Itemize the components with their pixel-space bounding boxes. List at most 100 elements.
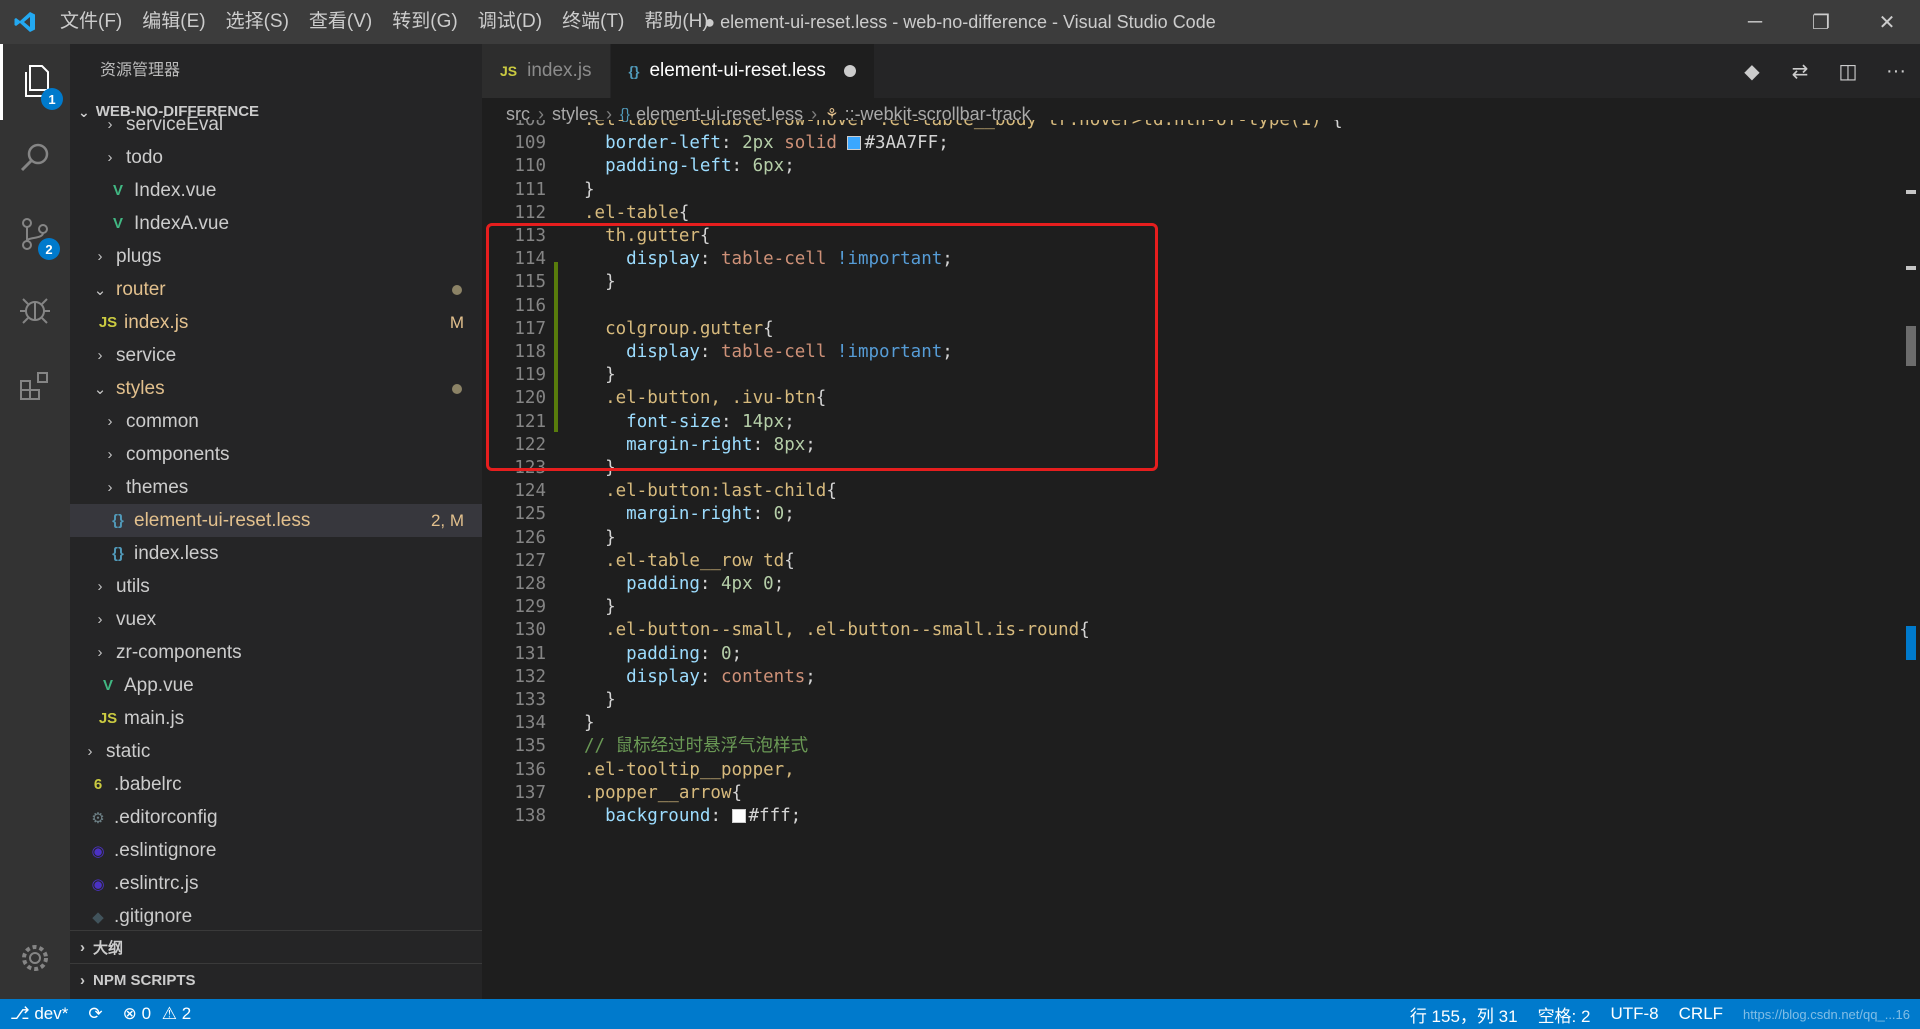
indentation[interactable]: 空格: 2 [1528,1002,1601,1027]
menu-item-6[interactable]: 终端(T) [552,0,634,44]
menu-item-1[interactable]: 编辑(E) [132,0,215,44]
menu-item-2[interactable]: 选择(S) [216,0,299,44]
menu-item-4[interactable]: 转到(G) [382,0,467,44]
tree-item-components[interactable]: › components [70,438,482,471]
tree-item-index-less[interactable]: {} index.less [70,537,482,570]
tree-item-label: .editorconfig [114,806,218,828]
tree-item-zr-components[interactable]: › zr-components [70,636,482,669]
tree-item-label: common [126,410,199,432]
branch-name: dev* [34,1004,69,1023]
chevron-right-icon: › [107,149,113,166]
open-changes-icon[interactable]: ⇄ [1776,44,1824,98]
tree-item-app-vue[interactable]: V App.vue [70,669,482,702]
tree-item-styles[interactable]: ⌄ styles [70,372,482,405]
warning-count: 2 [181,1004,192,1023]
tree-item-label: .babelrc [114,773,182,795]
tree-item-static[interactable]: › static [70,735,482,768]
close-button[interactable]: ✕ [1854,0,1920,44]
tree-item-main-js[interactable]: JS main.js [70,702,482,735]
error-icon: ⊗ [122,1004,137,1023]
sync-icon[interactable]: ⟳ [78,1004,112,1024]
chevron-right-icon: › [80,938,85,956]
file-type-icon: {} [112,545,124,562]
tree-item-gitignore[interactable]: ◆ .gitignore [70,900,482,933]
tree-item-indexa-vue[interactable]: V IndexA.vue [70,207,482,240]
tree-item-eslintrc-js[interactable]: ◉ .eslintrc.js [70,867,482,900]
tree-item-todo[interactable]: › todo [70,141,482,174]
unsaved-dot-icon[interactable] [843,65,856,77]
tree-item-editorconfig[interactable]: ⚙ .editorconfig [70,801,482,834]
activity-bar: 1 2 [0,44,70,999]
modified-dot-icon [452,383,462,394]
editor-scrollbar[interactable] [1902,130,1920,999]
menu-item-3[interactable]: 查看(V) [299,0,382,44]
search-icon[interactable] [0,120,70,196]
tab-label: element-ui-reset.less [649,60,826,81]
menu-item-7[interactable]: 帮助(H) [634,0,718,44]
scrollbar-thumb[interactable] [1906,326,1916,366]
encoding[interactable]: UTF-8 [1600,1004,1668,1024]
restore-button[interactable]: ❐ [1788,0,1854,44]
git-status: 2, M [430,510,464,530]
scrollbar-thumb[interactable] [1906,626,1916,660]
tree-item-label: serviceEval [126,113,224,135]
extensions-icon[interactable] [0,348,70,424]
menu-item-0[interactable]: 文件(F) [50,0,132,44]
outline-section[interactable]: › 大纲 [70,930,482,963]
more-actions-icon[interactable]: ··· [1872,44,1920,98]
scrollbar-marker [1906,190,1916,194]
editor-tabs: JS index.js {} element-ui-reset.less ◆ ⇄… [482,44,1920,98]
tree-item-label: zr-components [116,641,242,663]
source-control-icon[interactable]: 2 [0,196,70,272]
tree-item-label: .gitignore [114,905,193,927]
chevron-right-icon: › [107,446,113,463]
tree-item-label: static [106,740,151,762]
tree-item-babelrc[interactable]: 6 .babelrc [70,768,482,801]
menu-item-5[interactable]: 调试(D) [468,0,552,44]
tree-item-serviceeval[interactable]: › serviceEval [70,108,482,141]
git-compare-icon[interactable]: ◆ [1728,44,1776,98]
tree-item-label: themes [126,476,189,498]
error-count: 0 [141,1004,152,1023]
cursor-position[interactable]: 行 155，列 31 [1400,1002,1528,1027]
tree-item-element-ui-reset-less[interactable]: {} element-ui-reset.less 2, M [70,504,482,537]
modified-dot-icon [452,284,462,295]
split-editor-icon[interactable]: ◫ [1824,44,1872,98]
tree-item-label: utils [116,575,150,597]
branch-item[interactable]: ⎇ dev* [0,1004,78,1024]
sidebar-title: 资源管理器 [100,62,181,79]
status-bar: ⎇ dev* ⟳ ⊗ 0 ⚠ 2 行 155，列 31 空格: 2 UTF-8 … [0,999,1920,1029]
problems-item[interactable]: ⊗ 0 ⚠ 2 [113,1004,202,1024]
explorer-sidebar: 资源管理器 ⌄ WEB-NO-DIFFERENCE › serviceEval › t… [70,44,482,999]
tree-item-label: main.js [124,707,185,729]
less-file-icon: {} [628,63,640,79]
minimize-button[interactable]: ─ [1722,0,1788,44]
tree-item-utils[interactable]: › utils [70,570,482,603]
tree-item-eslintignore[interactable]: ◉ .eslintignore [70,834,482,867]
file-type-icon: ◉ [91,875,105,893]
tree-item-plugs[interactable]: › plugs [70,240,482,273]
scrollbar-marker [1906,266,1916,270]
line-ending[interactable]: CRLF [1669,1004,1733,1024]
color-swatch-icon[interactable] [847,136,862,151]
settings-gear-icon[interactable] [0,920,70,996]
tree-item-themes[interactable]: › themes [70,471,482,504]
tab-element-ui-reset[interactable]: {} element-ui-reset.less [610,44,875,98]
file-type-icon: V [112,182,123,199]
tab-index-js[interactable]: JS index.js [482,44,611,98]
tree-item-index-vue[interactable]: V Index.vue [70,174,482,207]
highlight-annotation-box [486,223,1158,471]
tree-item-common[interactable]: › common [70,405,482,438]
chevron-right-icon: › [97,644,103,661]
color-swatch-icon[interactable] [731,809,746,823]
file-type-icon: JS [98,710,118,727]
debug-icon[interactable] [0,272,70,348]
tree-item-router[interactable]: ⌄ router [70,273,482,306]
tree-item-index-js[interactable]: JS index.js M [70,306,482,339]
npm-scripts-section[interactable]: › NPM SCRIPTS [70,963,482,996]
tree-item-vuex[interactable]: › vuex [70,603,482,636]
tree-item-label: .eslintrc.js [114,872,199,894]
tree-item-service[interactable]: › service [70,339,482,372]
tree-item-label: IndexA.vue [134,212,230,234]
explorer-icon[interactable]: 1 [0,44,70,120]
